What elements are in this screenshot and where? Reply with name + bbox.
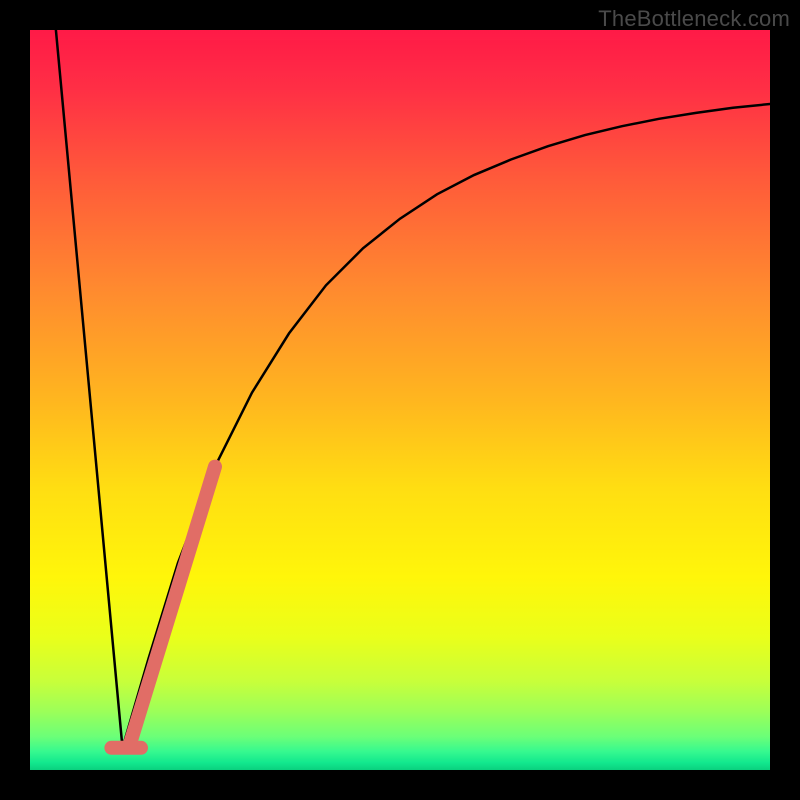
bottleneck-curve-left [56,30,123,748]
chart-frame: TheBottleneck.com [0,0,800,800]
highlight-segment [130,467,215,744]
curve-layer [30,30,770,770]
watermark-text: TheBottleneck.com [598,6,790,32]
plot-area [30,30,770,770]
bottleneck-curve-right [123,104,771,748]
